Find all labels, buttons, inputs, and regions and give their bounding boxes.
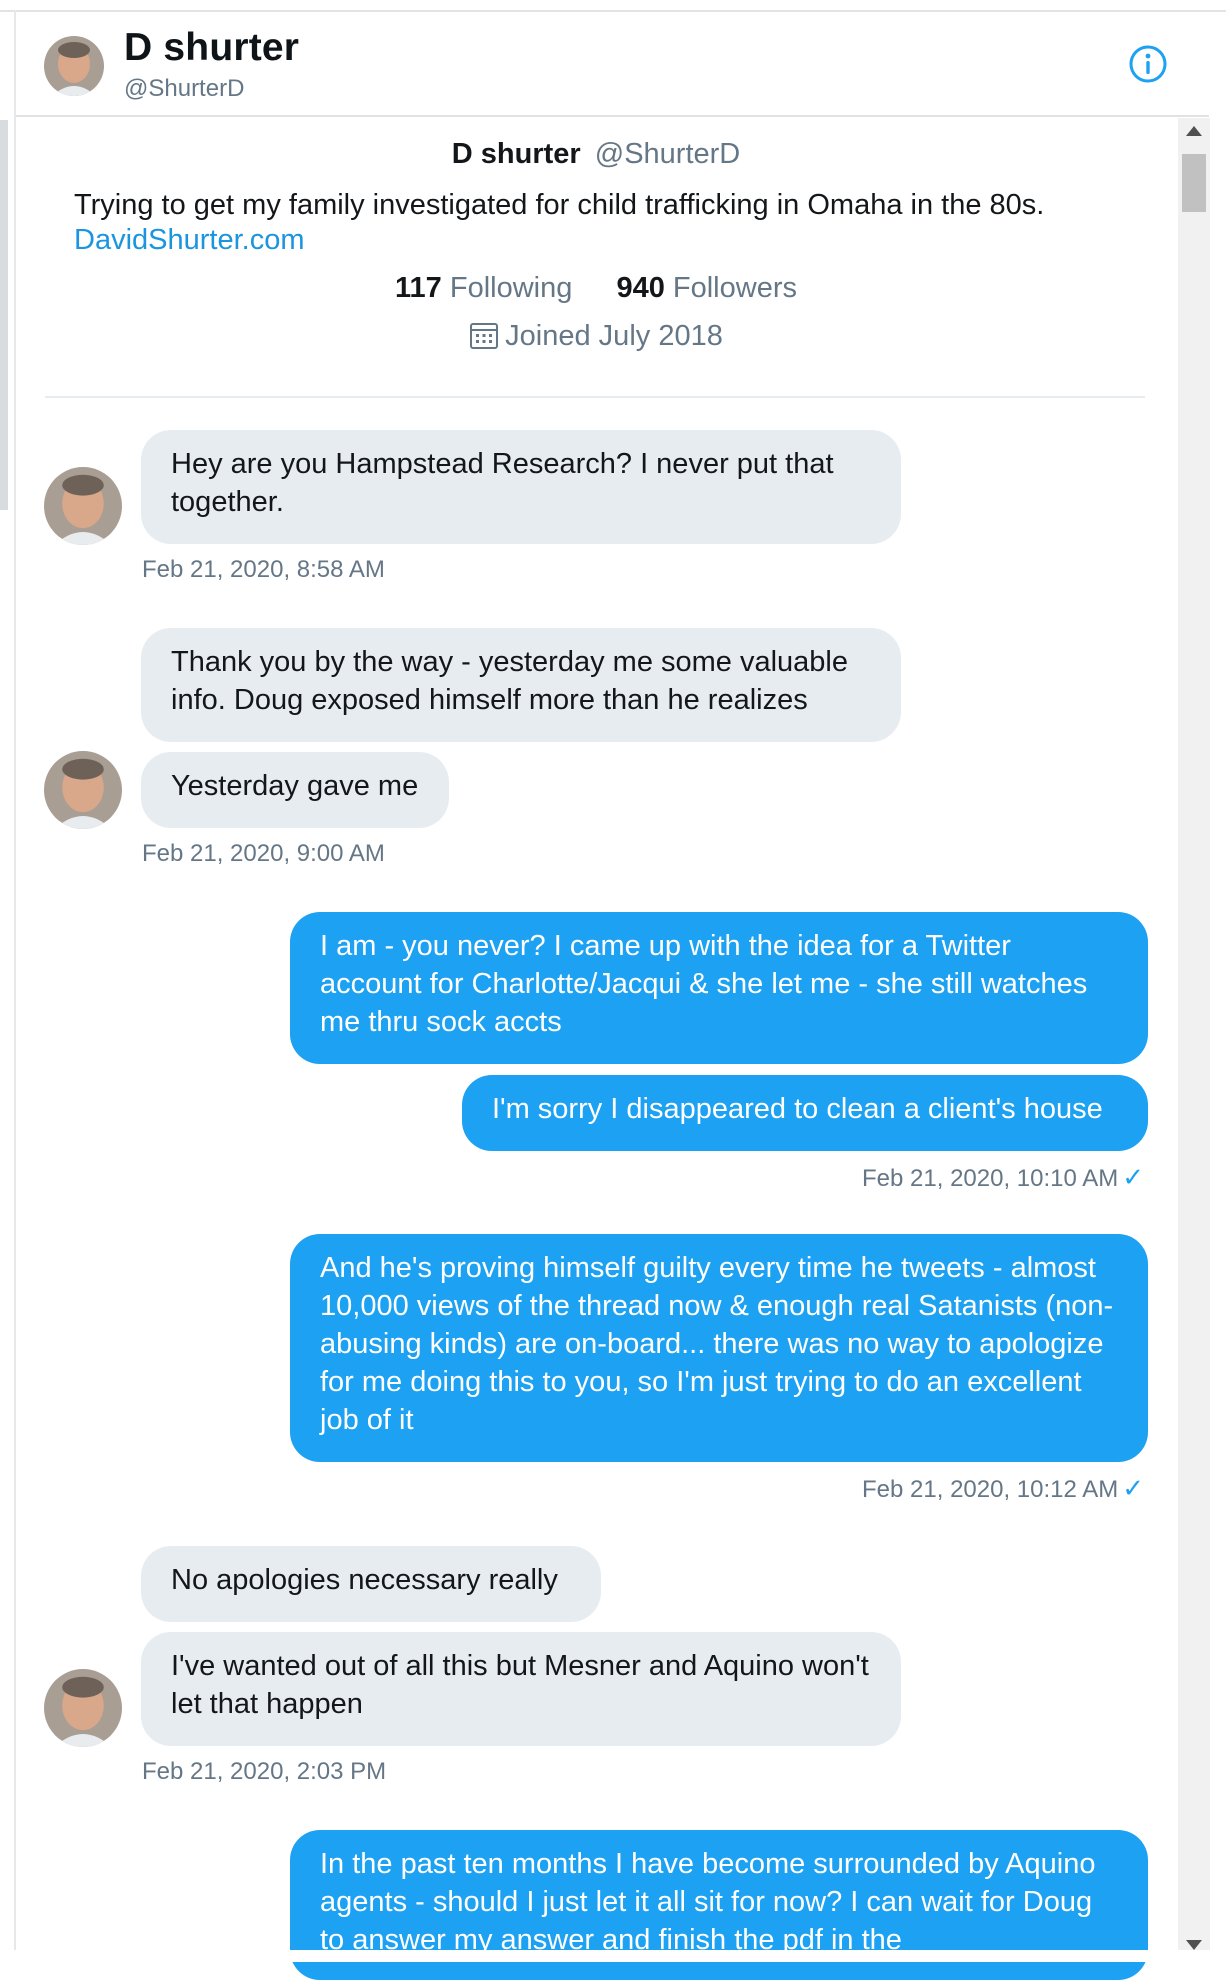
viewport-bottom-edge: [0, 1950, 1226, 1962]
message-text: I'm sorry I disappeared to clean a clien…: [492, 1093, 1103, 1125]
following-label: Following: [449, 272, 573, 304]
profile-website-link[interactable]: DavidShurter.com: [74, 224, 305, 257]
following-stat[interactable]: 117 Following: [395, 272, 572, 304]
avatar[interactable]: [44, 1669, 122, 1747]
info-icon[interactable]: [1128, 44, 1168, 84]
message-timestamp: Feb 21, 2020, 10:12 AM: [862, 1476, 1119, 1503]
read-check-icon: ✓: [1122, 1162, 1144, 1192]
profile-bio: Trying to get my family investigated for…: [74, 189, 1045, 221]
header-handle: @ShurterD: [124, 75, 245, 102]
avatar[interactable]: [44, 467, 122, 545]
sent-message[interactable]: I am - you never? I came up with the ide…: [290, 912, 1148, 1064]
joined-text: Joined July 2018: [505, 320, 723, 352]
received-message[interactable]: Hey are you Hampstead Research? I never …: [141, 430, 901, 544]
profile-handle[interactable]: @ShurterD: [595, 138, 740, 170]
message-timestamp-row: Feb 21, 2020, 10:12 AM ✓: [700, 1473, 1144, 1504]
scroll-up-arrow-icon[interactable]: [1186, 126, 1202, 136]
avatar[interactable]: [44, 751, 122, 829]
message-text: In the past ten months I have become sur…: [320, 1848, 1096, 1956]
message-timestamp-row: Feb 21, 2020, 10:10 AM ✓: [700, 1162, 1144, 1193]
followers-label: Followers: [672, 272, 797, 304]
scroll-down-arrow-icon[interactable]: [1186, 1940, 1202, 1950]
sent-message[interactable]: I'm sorry I disappeared to clean a clien…: [462, 1075, 1148, 1151]
calendar-icon: [469, 320, 499, 350]
profile-name[interactable]: D shurter: [452, 138, 581, 170]
profile-divider: [45, 396, 1145, 398]
message-timestamp: Feb 21, 2020, 10:10 AM: [862, 1165, 1119, 1192]
sent-message[interactable]: And he's proving himself guilty every ti…: [290, 1234, 1148, 1462]
message-timestamp: Feb 21, 2020, 9:00 AM: [142, 840, 385, 867]
conversation-header: D shurter @ShurterD: [16, 12, 1209, 117]
left-gutter: [0, 120, 8, 510]
following-count: 117: [395, 272, 442, 304]
message-text: No apologies necessary really: [171, 1564, 558, 1596]
followers-stat[interactable]: 940 Followers: [616, 272, 797, 304]
scrollbar[interactable]: [1178, 118, 1210, 1962]
profile-joined: Joined July 2018: [16, 320, 1176, 353]
received-message[interactable]: Thank you by the way - yesterday me some…: [141, 628, 901, 742]
message-text: Thank you by the way - yesterday me some…: [171, 646, 848, 716]
read-check-icon: ✓: [1122, 1473, 1144, 1503]
received-message[interactable]: No apologies necessary really: [141, 1546, 601, 1622]
message-text: Hey are you Hampstead Research? I never …: [171, 448, 834, 518]
profile-stats: 117 Following 940 Followers: [16, 272, 1176, 305]
received-message[interactable]: Yesterday gave me: [141, 752, 449, 828]
followers-count: 940: [616, 272, 665, 304]
message-text: I've wanted out of all this but Mesner a…: [171, 1650, 869, 1720]
profile-name-line: D shurter @ShurterD: [16, 138, 1176, 171]
message-text: And he's proving himself guilty every ti…: [320, 1252, 1114, 1436]
window-top-edge: [0, 0, 1226, 12]
message-text: Yesterday gave me: [171, 770, 419, 802]
message-timestamp: Feb 21, 2020, 8:58 AM: [142, 556, 385, 583]
message-text: I am - you never? I came up with the ide…: [320, 930, 1088, 1038]
avatar[interactable]: [44, 36, 104, 96]
scroll-thumb[interactable]: [1182, 154, 1206, 212]
message-timestamp: Feb 21, 2020, 2:03 PM: [142, 1758, 387, 1785]
header-name[interactable]: D shurter: [124, 26, 299, 70]
received-message[interactable]: I've wanted out of all this but Mesner a…: [141, 1632, 901, 1746]
